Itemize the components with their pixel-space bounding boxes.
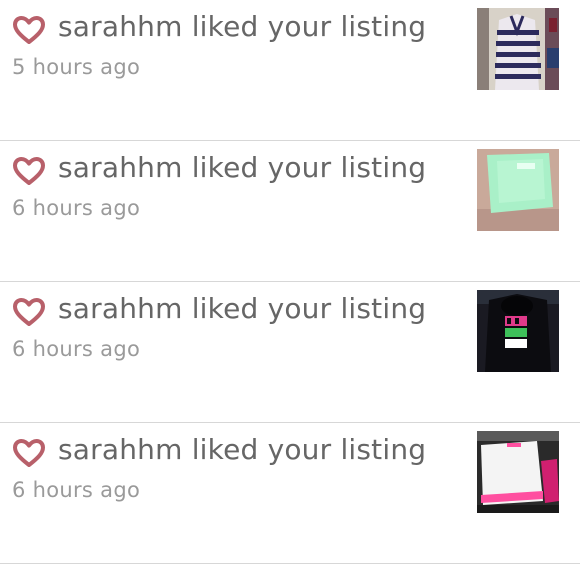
notification-message: liked your listing bbox=[191, 433, 427, 466]
notification-text: sarahhm liked your listing bbox=[58, 151, 426, 184]
heart-outline-icon bbox=[13, 16, 45, 44]
timestamp: 5 hours ago bbox=[12, 55, 141, 79]
notification-message: liked your listing bbox=[191, 151, 427, 184]
notification-item[interactable]: sarahhm liked your listing 5 hours ago bbox=[0, 0, 580, 141]
listing-thumbnail[interactable] bbox=[477, 431, 559, 513]
notification-text: sarahhm liked your listing bbox=[58, 292, 426, 325]
username[interactable]: sarahhm bbox=[58, 292, 183, 325]
username[interactable]: sarahhm bbox=[58, 433, 183, 466]
heart-outline-icon bbox=[13, 298, 45, 326]
notification-message: liked your listing bbox=[191, 10, 427, 43]
heart-outline-icon bbox=[13, 157, 45, 185]
mint-top-photo bbox=[477, 149, 559, 231]
username[interactable]: sarahhm bbox=[58, 10, 183, 43]
notifications-list: sarahhm liked your listing 5 hours ago s… bbox=[0, 0, 580, 580]
username[interactable]: sarahhm bbox=[58, 151, 183, 184]
listing-thumbnail[interactable] bbox=[477, 290, 559, 372]
striped-sweater-photo bbox=[477, 8, 559, 90]
listing-thumbnail[interactable] bbox=[477, 149, 559, 231]
los-angeles-hoodie-photo bbox=[477, 290, 559, 372]
heart-outline-icon bbox=[13, 439, 45, 467]
timestamp: 6 hours ago bbox=[12, 337, 141, 361]
notification-text: sarahhm liked your listing bbox=[58, 433, 426, 466]
notification-item[interactable] bbox=[0, 564, 580, 580]
notification-text: sarahhm liked your listing bbox=[58, 10, 426, 43]
timestamp: 6 hours ago bbox=[12, 196, 141, 220]
white-pink-tee-photo bbox=[477, 431, 559, 513]
notification-item[interactable]: sarahhm liked your listing 6 hours ago bbox=[0, 282, 580, 423]
notification-item[interactable]: sarahhm liked your listing 6 hours ago bbox=[0, 423, 580, 564]
listing-thumbnail[interactable] bbox=[477, 8, 559, 90]
notification-message: liked your listing bbox=[191, 292, 427, 325]
timestamp: 6 hours ago bbox=[12, 478, 141, 502]
notification-item[interactable]: sarahhm liked your listing 6 hours ago bbox=[0, 141, 580, 282]
